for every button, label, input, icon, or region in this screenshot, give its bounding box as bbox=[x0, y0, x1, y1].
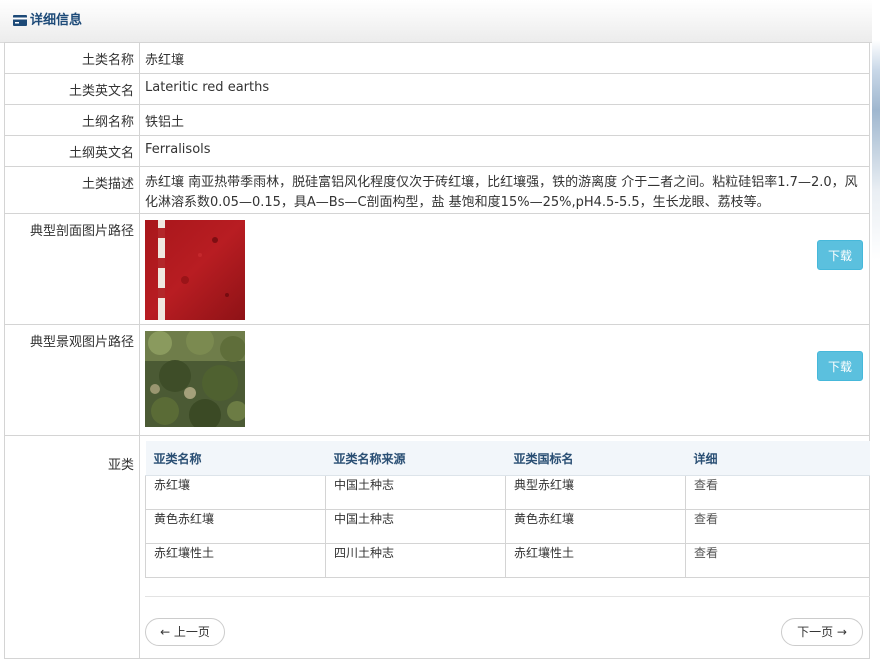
subtypes-header-row: 亚类名称 亚类名称来源 亚类国标名 详细 bbox=[145, 441, 870, 476]
row-soil-en: 土类英文名 Lateritic red earths bbox=[4, 73, 870, 105]
profile-thumbnail[interactable] bbox=[145, 220, 245, 320]
subtype-national-name: 黄色赤红壤 bbox=[505, 509, 686, 544]
view-link[interactable]: 查看 bbox=[685, 509, 870, 544]
panel-header: 详细信息 bbox=[0, 0, 872, 43]
download-profile-button[interactable]: 下载 bbox=[817, 240, 863, 270]
landscape-image-cell: 下载 bbox=[139, 324, 870, 436]
row-profile-image: 典型剖面图片路径 下载 bbox=[4, 213, 870, 325]
col-subtype-source: 亚类名称来源 bbox=[325, 441, 506, 476]
col-detail: 详细 bbox=[685, 441, 870, 476]
download-landscape-button[interactable]: 下载 bbox=[817, 351, 863, 381]
subtype-name: 黄色赤红壤 bbox=[145, 509, 326, 544]
view-link[interactable]: 查看 bbox=[685, 543, 870, 578]
detail-table: 土类名称 赤红壤 土类英文名 Lateritic red earths 土纲名称… bbox=[4, 42, 870, 659]
col-subtype-national-name: 亚类国标名 bbox=[505, 441, 686, 476]
profile-image-cell: 下载 bbox=[139, 213, 870, 325]
card-icon bbox=[13, 15, 27, 26]
subtype-name: 赤红壤性土 bbox=[145, 543, 326, 578]
subtype-source: 四川土种志 bbox=[325, 543, 506, 578]
subtype-name: 赤红壤 bbox=[145, 475, 326, 510]
subtype-national-name: 赤红壤性土 bbox=[505, 543, 686, 578]
prev-page-button[interactable]: ← 上一页 bbox=[145, 618, 225, 646]
landscape-image-label: 典型景观图片路径 bbox=[4, 324, 140, 436]
soil-en-label: 土类英文名 bbox=[4, 73, 140, 105]
subtypes-label: 亚类 bbox=[4, 435, 140, 659]
description-label: 土类描述 bbox=[4, 166, 140, 214]
subtypes-cell: 亚类名称 亚类名称来源 亚类国标名 详细 赤红壤 中国土种志 典型赤红壤 查看 bbox=[139, 435, 870, 659]
soil-name-value: 赤红壤 bbox=[139, 42, 870, 74]
background-edge bbox=[872, 0, 880, 665]
row-order-name: 土纲名称 铁铝土 bbox=[4, 104, 870, 136]
landscape-thumbnail[interactable] bbox=[145, 331, 245, 427]
row-description: 土类描述 赤红壤 南亚热带季雨林，脱硅富铝风化程度仅次于砖红壤，比红壤强，铁的游… bbox=[4, 166, 870, 214]
table-row: 赤红壤性土 四川土种志 赤红壤性土 查看 bbox=[145, 543, 870, 578]
detail-panel: 详细信息 土类名称 赤红壤 土类英文名 Lateritic red earths… bbox=[0, 0, 872, 665]
table-row: 黄色赤红壤 中国土种志 黄色赤红壤 查看 bbox=[145, 509, 870, 544]
row-landscape-image: 典型景观图片路径 下载 bbox=[4, 324, 870, 436]
soil-en-value: Lateritic red earths bbox=[139, 73, 870, 105]
order-en-value: Ferralisols bbox=[139, 135, 870, 167]
table-row: 赤红壤 中国土种志 典型赤红壤 查看 bbox=[145, 475, 870, 510]
subtype-source: 中国土种志 bbox=[325, 509, 506, 544]
panel-title: 详细信息 bbox=[30, 13, 83, 28]
row-order-en: 土纲英文名 Ferralisols bbox=[4, 135, 870, 167]
col-subtype-name: 亚类名称 bbox=[145, 441, 326, 476]
description-value: 赤红壤 南亚热带季雨林，脱硅富铝风化程度仅次于砖红壤，比红壤强，铁的游离度 介于… bbox=[139, 166, 870, 214]
next-page-button[interactable]: 下一页 → bbox=[781, 618, 863, 646]
pagination-divider bbox=[145, 596, 870, 597]
subtype-national-name: 典型赤红壤 bbox=[505, 475, 686, 510]
view-link[interactable]: 查看 bbox=[685, 475, 870, 510]
soil-name-label: 土类名称 bbox=[4, 42, 140, 74]
order-en-label: 土纲英文名 bbox=[4, 135, 140, 167]
row-subtypes: 亚类 亚类名称 亚类名称来源 亚类国标名 详细 赤红壤 中国土种志 典型赤红壤 … bbox=[4, 435, 870, 659]
order-name-label: 土纲名称 bbox=[4, 104, 140, 136]
row-soil-name: 土类名称 赤红壤 bbox=[4, 42, 870, 74]
profile-image-label: 典型剖面图片路径 bbox=[4, 213, 140, 325]
order-name-value: 铁铝土 bbox=[139, 104, 870, 136]
subtypes-table: 亚类名称 亚类名称来源 亚类国标名 详细 赤红壤 中国土种志 典型赤红壤 查看 bbox=[145, 441, 870, 578]
subtype-source: 中国土种志 bbox=[325, 475, 506, 510]
